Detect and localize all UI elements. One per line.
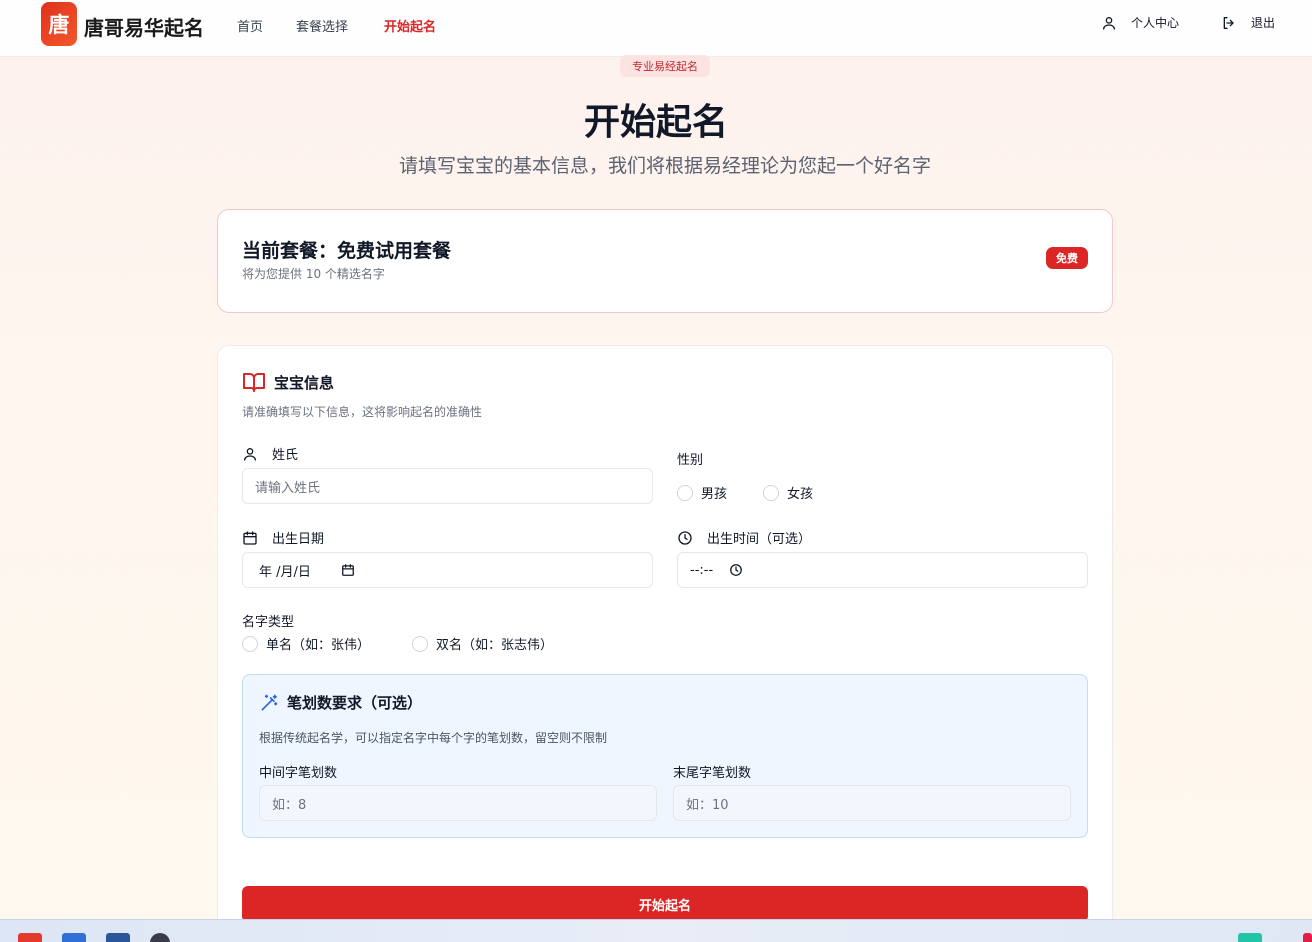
os-taskbar bbox=[0, 919, 1312, 942]
birth-date-input[interactable]: 年 /月/日 bbox=[242, 552, 653, 588]
stroke-requirements-panel: 笔划数要求（可选） 根据传统起名学，可以指定名字中每个字的笔划数，留空则不限制 … bbox=[242, 674, 1088, 838]
logout-link[interactable]: 退出 bbox=[1221, 14, 1275, 31]
middle-stroke-placeholder: 如：8 bbox=[272, 797, 307, 813]
tray-app-icon[interactable] bbox=[1238, 933, 1262, 942]
nav-home[interactable]: 首页 bbox=[237, 16, 263, 35]
top-nav-bar: 唐 唐哥易华起名 首页 套餐选择 开始起名 个人中心 退出 bbox=[0, 0, 1312, 57]
name-type-radio-group: 单名（如：张伟） 双名（如：张志伟） bbox=[242, 634, 553, 653]
birth-date-label-row: 出生日期 bbox=[242, 528, 324, 547]
page-subtitle: 请填写宝宝的基本信息，我们将根据易经理论为您起一个好名字 bbox=[398, 155, 931, 177]
baby-info-form: 宝宝信息 请准确填写以下信息，这将影响起名的准确性 姓氏 请输入姓氏 性别 男孩… bbox=[217, 345, 1113, 942]
hero-tag: 专业易经起名 bbox=[620, 55, 710, 77]
submit-button[interactable]: 开始起名 bbox=[242, 886, 1088, 922]
form-title-row: 宝宝信息 bbox=[242, 370, 334, 394]
logo-char: 唐 bbox=[48, 13, 70, 37]
name-type-option-double[interactable]: 双名（如：张志伟） bbox=[436, 634, 553, 653]
plan-badge: 免费 bbox=[1046, 247, 1088, 269]
brand-name[interactable]: 唐哥易华起名 bbox=[84, 12, 204, 41]
calendar-icon bbox=[243, 530, 257, 545]
clock-picker-icon[interactable] bbox=[729, 563, 743, 577]
last-stroke-input[interactable]: 如：10 bbox=[673, 785, 1071, 821]
middle-stroke-label: 中间字笔划数 bbox=[259, 766, 338, 781]
gender-option-boy[interactable]: 男孩 bbox=[701, 483, 727, 502]
name-type-radio-double[interactable] bbox=[412, 635, 429, 652]
profile-link[interactable]: 个人中心 bbox=[1101, 14, 1179, 31]
name-type-option-single[interactable]: 单名（如：张伟） bbox=[266, 634, 370, 653]
middle-stroke-input[interactable]: 如：8 bbox=[259, 785, 657, 821]
surname-input[interactable]: 请输入姓氏 bbox=[242, 468, 653, 504]
form-description: 请准确填写以下信息，这将影响起名的准确性 bbox=[242, 405, 483, 419]
profile-label: 个人中心 bbox=[1131, 16, 1180, 30]
current-plan-card: 当前套餐：免费试用套餐 将为您提供 10 个精选名字 免费 bbox=[217, 209, 1113, 313]
last-stroke-label: 末尾字笔划数 bbox=[673, 766, 752, 781]
logout-icon bbox=[1223, 16, 1234, 29]
gender-radio-boy[interactable] bbox=[677, 484, 693, 501]
birth-date-label: 出生日期 bbox=[272, 532, 325, 547]
birth-time-label: 出生时间（可选） bbox=[707, 532, 812, 547]
stroke-description: 根据传统起名学，可以指定名字中每个字的笔划数，留空则不限制 bbox=[259, 731, 608, 745]
surname-label: 姓氏 bbox=[272, 448, 299, 463]
user-icon bbox=[244, 447, 256, 461]
nav-start-naming[interactable]: 开始起名 bbox=[384, 16, 436, 35]
stroke-title: 笔划数要求（可选） bbox=[287, 694, 423, 712]
clock-icon bbox=[678, 530, 692, 545]
nav-packages[interactable]: 套餐选择 bbox=[296, 16, 348, 35]
surname-label-row: 姓氏 bbox=[242, 444, 298, 463]
book-open-icon bbox=[243, 373, 265, 392]
gender-option-girl[interactable]: 女孩 bbox=[787, 483, 813, 502]
gender-radio-girl[interactable] bbox=[763, 484, 780, 501]
user-icon bbox=[1103, 16, 1115, 30]
birth-time-input[interactable]: --:-- bbox=[677, 552, 1088, 588]
birth-date-value: 年 /月/日 bbox=[259, 564, 311, 580]
name-type-radio-single[interactable] bbox=[242, 635, 258, 652]
magic-wand-icon bbox=[261, 694, 278, 710]
mail-app-icon[interactable] bbox=[62, 933, 86, 942]
stroke-title-row: 笔划数要求（可选） bbox=[259, 692, 422, 713]
pdf-app-icon[interactable] bbox=[18, 933, 42, 942]
birth-time-label-row: 出生时间（可选） bbox=[677, 528, 811, 547]
last-stroke-placeholder: 如：10 bbox=[686, 797, 729, 813]
plan-description: 将为您提供 10 个精选名字 bbox=[242, 267, 385, 281]
page-title: 开始起名 bbox=[583, 102, 728, 143]
avatar-app-icon[interactable] bbox=[150, 933, 170, 942]
tray-indicator-icon[interactable] bbox=[1303, 933, 1312, 942]
calendar-picker-icon[interactable] bbox=[341, 563, 355, 577]
gender-radio-group: 男孩 女孩 bbox=[677, 483, 813, 502]
word-app-icon[interactable] bbox=[106, 933, 130, 942]
logo[interactable]: 唐 bbox=[41, 2, 77, 46]
birth-time-value: --:-- bbox=[690, 562, 714, 578]
gender-label: 性别 bbox=[677, 453, 704, 468]
logout-label: 退出 bbox=[1251, 16, 1276, 30]
surname-placeholder: 请输入姓氏 bbox=[255, 480, 321, 496]
name-type-label: 名字类型 bbox=[242, 615, 295, 630]
form-title: 宝宝信息 bbox=[274, 373, 335, 392]
plan-title: 当前套餐：免费试用套餐 bbox=[242, 240, 452, 262]
